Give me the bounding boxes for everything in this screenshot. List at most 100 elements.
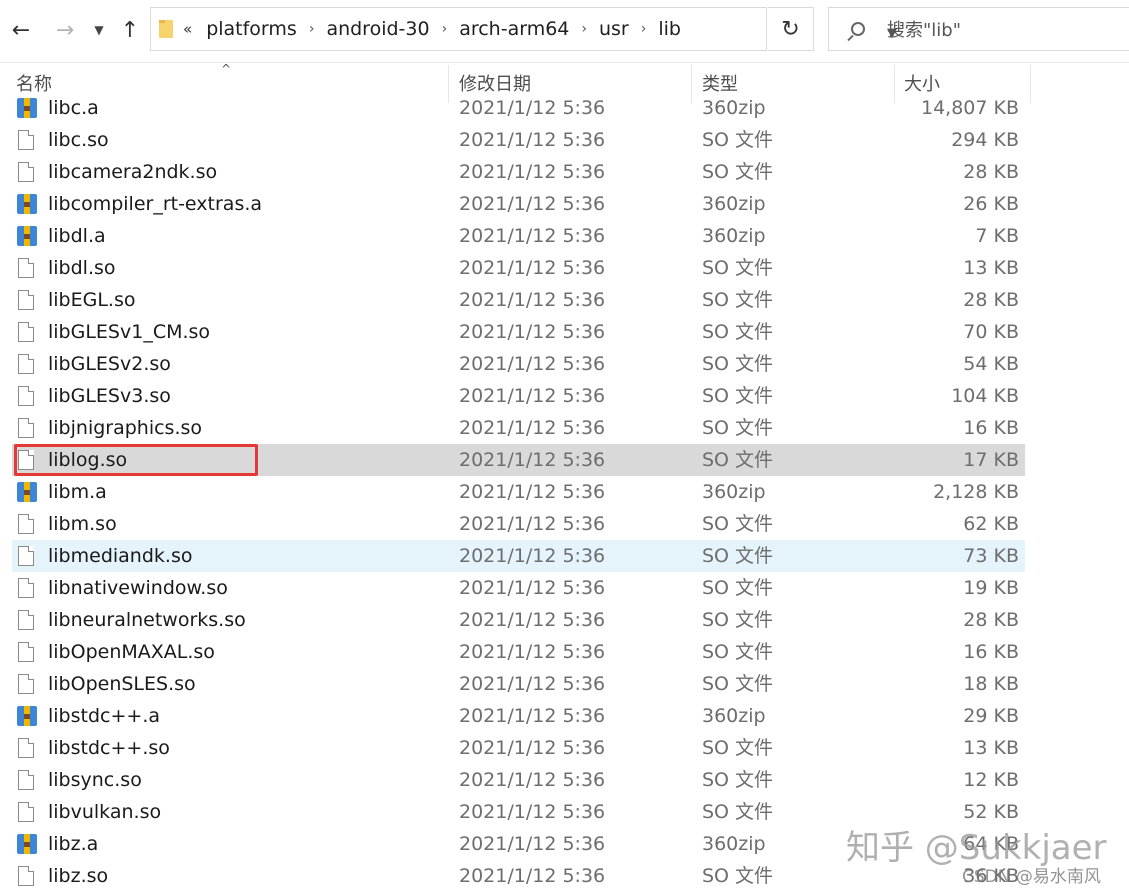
file-size: 28 KB [963, 289, 1019, 311]
chevron-right-icon[interactable]: › [309, 21, 315, 37]
file-row[interactable]: libstdc++.so 2021/1/12 5:36 SO 文件 13 KB [12, 732, 1025, 764]
file-row[interactable]: libdl.a 2021/1/12 5:36 360zip 7 KB [12, 220, 1025, 252]
file-row[interactable]: libcamera2ndk.so 2021/1/12 5:36 SO 文件 28 KB [12, 156, 1025, 188]
file-name: libdl.so [48, 257, 116, 279]
breadcrumb-android-30[interactable]: android-30 [326, 18, 429, 40]
file-size: 70 KB [963, 321, 1019, 343]
file-name: libOpenSLES.so [48, 673, 196, 695]
breadcrumb-arch-arm64[interactable]: arch-arm64 [459, 18, 569, 40]
file-icon [18, 802, 34, 822]
file-name: libvulkan.so [48, 801, 162, 823]
file-size: 14,807 KB [920, 97, 1019, 119]
file-icon [18, 322, 34, 342]
file-row[interactable]: libdl.so 2021/1/12 5:36 SO 文件 13 KB [12, 252, 1025, 284]
file-name: libGLESv3.so [48, 385, 171, 407]
file-modified-date: 2021/1/12 5:36 [459, 545, 606, 567]
file-row[interactable]: libGLESv3.so 2021/1/12 5:36 SO 文件 104 KB [12, 380, 1025, 412]
file-icon [18, 162, 34, 182]
file-type: SO 文件 [702, 737, 774, 759]
file-modified-date: 2021/1/12 5:36 [459, 449, 606, 471]
breadcrumb-platforms[interactable]: platforms [206, 18, 297, 40]
file-type: SO 文件 [702, 641, 774, 663]
breadcrumb-usr[interactable]: usr [599, 18, 629, 40]
file-name: libstdc++.a [48, 705, 160, 727]
breadcrumb-lib[interactable]: lib [658, 18, 681, 40]
file-size: 28 KB [963, 161, 1019, 183]
file-row[interactable]: libGLESv2.so 2021/1/12 5:36 SO 文件 54 KB [12, 348, 1025, 380]
file-modified-date: 2021/1/12 5:36 [459, 161, 606, 183]
file-modified-date: 2021/1/12 5:36 [459, 865, 606, 887]
file-row[interactable]: libm.so 2021/1/12 5:36 SO 文件 62 KB [12, 508, 1025, 540]
file-row[interactable]: libnativewindow.so 2021/1/12 5:36 SO 文件 19 … [12, 572, 1025, 604]
file-type: SO 文件 [702, 321, 774, 343]
file-type: SO 文件 [702, 801, 774, 823]
file-size: 13 KB [963, 737, 1019, 759]
file-size: 7 KB [975, 225, 1019, 247]
file-size: 2,128 KB [933, 481, 1019, 503]
chevron-right-icon[interactable]: › [641, 21, 647, 37]
file-type: SO 文件 [702, 385, 774, 407]
zip-archive-icon [17, 706, 37, 726]
file-name: libm.a [48, 481, 107, 503]
file-type: 360zip [702, 97, 766, 119]
arrow-right-icon: → [55, 17, 75, 43]
file-icon [18, 578, 34, 598]
arrow-up-icon: ↑ [120, 17, 140, 43]
file-type: 360zip [702, 225, 766, 247]
file-modified-date: 2021/1/12 5:36 [459, 801, 606, 823]
back-button[interactable]: ← [4, 12, 38, 48]
file-row[interactable]: libEGL.so 2021/1/12 5:36 SO 文件 28 KB [12, 284, 1025, 316]
file-size: 62 KB [963, 513, 1019, 535]
file-row[interactable]: libsync.so 2021/1/12 5:36 SO 文件 12 KB [12, 764, 1025, 796]
file-modified-date: 2021/1/12 5:36 [459, 769, 606, 791]
file-row[interactable]: libcompiler_rt-extras.a 2021/1/12 5:36 360… [12, 188, 1025, 220]
file-type: SO 文件 [702, 609, 774, 631]
file-modified-date: 2021/1/12 5:36 [459, 609, 606, 631]
chevron-down-icon: ▼ [94, 23, 104, 37]
file-name: libGLESv1_CM.so [48, 321, 211, 343]
refresh-icon: ↻ [781, 16, 800, 42]
up-button[interactable]: ↑ [114, 12, 146, 48]
breadcrumb-overflow[interactable]: « [183, 20, 192, 38]
file-row[interactable]: libm.a 2021/1/12 5:36 360zip 2,128 KB [12, 476, 1025, 508]
file-type: 360zip [702, 833, 766, 855]
file-name: libc.so [48, 129, 109, 151]
file-row[interactable]: libc.so 2021/1/12 5:36 SO 文件 294 KB [12, 124, 1025, 156]
search-input[interactable]: 搜索"lib" [887, 16, 961, 42]
chevron-right-icon[interactable]: › [442, 21, 448, 37]
file-name: libmediandk.so [48, 545, 193, 567]
file-row[interactable]: libGLESv1_CM.so 2021/1/12 5:36 SO 文件 70 KB [12, 316, 1025, 348]
arrow-left-icon: ← [11, 17, 31, 43]
chevron-right-icon[interactable]: › [581, 21, 587, 37]
file-row[interactable]: libc.a 2021/1/12 5:36 360zip 14,807 KB [12, 92, 1025, 124]
zip-archive-icon [17, 482, 37, 502]
file-size: 18 KB [963, 673, 1019, 695]
file-type: SO 文件 [702, 289, 774, 311]
zip-archive-icon [17, 226, 37, 246]
file-modified-date: 2021/1/12 5:36 [459, 705, 606, 727]
file-row[interactable]: libjnigraphics.so 2021/1/12 5:36 SO 文件 16 K… [12, 412, 1025, 444]
file-row[interactable]: libstdc++.a 2021/1/12 5:36 360zip 29 KB [12, 700, 1025, 732]
forward-button[interactable]: → [48, 12, 82, 48]
file-icon [18, 354, 34, 374]
search-box[interactable]: 搜索"lib" [828, 7, 1129, 51]
file-type: SO 文件 [702, 257, 774, 279]
file-row[interactable]: libneuralnetworks.so 2021/1/12 5:36 SO 文件 2… [12, 604, 1025, 636]
address-bar[interactable]: « platforms › android-30 › arch-arm64 › … [150, 7, 897, 51]
file-icon [18, 130, 34, 150]
refresh-button[interactable]: ↻ [768, 7, 814, 51]
file-modified-date: 2021/1/12 5:36 [459, 97, 606, 119]
file-type: 360zip [702, 193, 766, 215]
file-row[interactable]: libmediandk.so 2021/1/12 5:36 SO 文件 73 KB [12, 540, 1025, 572]
file-type: SO 文件 [702, 577, 774, 599]
file-modified-date: 2021/1/12 5:36 [459, 193, 606, 215]
file-modified-date: 2021/1/12 5:36 [459, 513, 606, 535]
file-size: 12 KB [963, 769, 1019, 791]
file-name: libz.a [48, 833, 99, 855]
recent-locations-button[interactable]: ▼ [88, 12, 110, 48]
file-row[interactable]: libOpenSLES.so 2021/1/12 5:36 SO 文件 18 KB [12, 668, 1025, 700]
file-modified-date: 2021/1/12 5:36 [459, 225, 606, 247]
file-row[interactable]: libOpenMAXAL.so 2021/1/12 5:36 SO 文件 16 KB [12, 636, 1025, 668]
file-size: 13 KB [963, 257, 1019, 279]
file-modified-date: 2021/1/12 5:36 [459, 353, 606, 375]
